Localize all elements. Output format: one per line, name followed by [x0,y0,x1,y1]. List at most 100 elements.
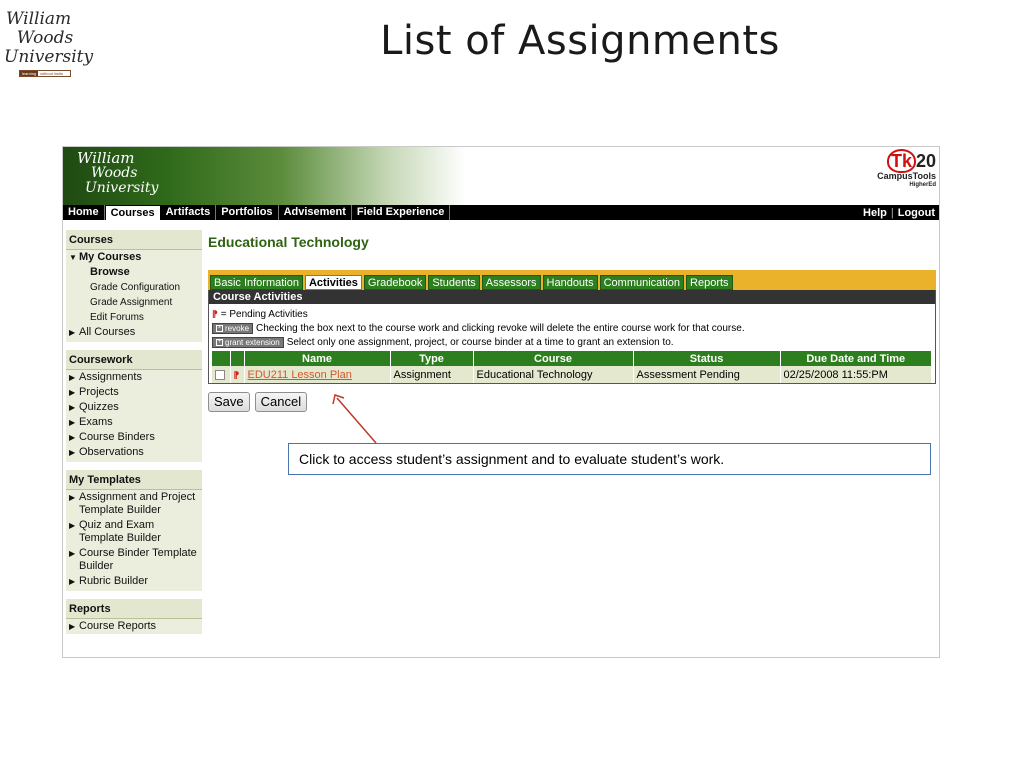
brand-edition: HigherEd [909,182,936,188]
activities-table: Name Type Course Status Due Date and Tim… [212,351,932,383]
caret-right-icon: ▶ [69,521,76,530]
sidebar-heading-templates: My Templates [66,470,202,490]
form-actions: Save Cancel [208,392,936,412]
nav-home[interactable]: Home [63,205,105,220]
sidebar-item-course-binder-builder[interactable]: ▶ Course Binder Template Builder [66,546,202,574]
sidebar-item-label: All Courses [79,326,136,338]
caret-right-icon: ▶ [69,403,76,412]
caret-right-icon: ▶ [69,493,76,502]
plus-icon: + [216,338,223,346]
sidebar-coursework: Coursework ▶ Assignments ▶ Projects ▶ Quizz… [66,350,202,462]
tab-reports[interactable]: Reports [686,275,733,290]
app-logo[interactable]: William Woods University [75,151,187,201]
save-button[interactable]: Save [208,392,250,412]
tagline-b: without limits [40,71,64,76]
row-type: Assignment [390,366,474,383]
caret-right-icon: ▶ [69,373,76,382]
sidebar: Courses ▼ My Courses Browse Grade Configu… [66,230,202,657]
col-course[interactable]: Course [473,351,634,366]
logo-tagline: learning without limits [19,70,71,77]
pending-legend-text: = Pending Activities [220,308,308,320]
nav-courses[interactable]: Courses [104,205,161,220]
sidebar-item-quizzes[interactable]: ▶ Quizzes [66,400,202,415]
nav-portfolios[interactable]: Portfolios [216,205,279,220]
sidebar-item-browse[interactable]: Browse [66,265,202,280]
row-course: Educational Technology [473,366,634,383]
sidebar-heading-courses: Courses [66,230,202,250]
sidebar-item-quiz-exam-builder[interactable]: ▶ Quiz and Exam Template Builder [66,518,202,546]
tab-students[interactable]: Students [428,275,480,290]
sidebar-item-label: Assignments [79,371,142,383]
nav-advisement[interactable]: Advisement [279,205,352,220]
sidebar-item-course-binders[interactable]: ▶ Course Binders [66,430,202,445]
help-link[interactable]: Help [863,207,887,219]
sidebar-item-label: Quizzes [79,401,119,413]
logout-link[interactable]: Logout [898,207,935,219]
sidebar-item-label: Course Reports [79,620,157,632]
col-status[interactable]: Status [633,351,781,366]
sidebar-heading-coursework: Coursework [66,350,202,370]
sidebar-item-assignments[interactable]: ▶ Assignments [66,370,202,385]
sidebar-item-exams[interactable]: ▶ Exams [66,415,202,430]
sidebar-item-grade-configuration[interactable]: Grade Configuration [66,280,202,295]
sidebar-item-label: Observations [79,446,144,458]
tk-number: 20 [915,151,936,171]
tab-assessors[interactable]: Assessors [481,275,541,290]
app-header: William Woods University Tk 20 CampusTool… [63,147,939,205]
grant-extension-label: grant extension [225,337,280,347]
col-select [212,351,231,366]
tk20-brand-logo: Tk 20 CampusTools HigherEd [866,149,936,189]
col-type[interactable]: Type [390,351,474,366]
sidebar-item-label: Assignment and Project Template Builder [79,491,196,516]
main-content: Educational Technology Basic Information… [208,230,936,412]
sidebar-item-rubric-builder[interactable]: ▶ Rubric Builder [66,574,202,591]
sidebar-heading-reports: Reports [66,599,202,619]
tab-handouts[interactable]: Handouts [542,275,598,290]
sidebar-item-all-courses[interactable]: ▶ All Courses [66,325,202,342]
extension-help-text: Select only one assignment, project, or … [286,336,674,348]
col-name[interactable]: Name [244,351,391,366]
app-logo-line-2: Woods [91,165,138,181]
caret-right-icon: ▶ [69,577,76,586]
sidebar-item-label: Projects [79,386,119,398]
row-due: 02/25/2008 11:55:PM [780,366,932,383]
sidebar-item-my-courses[interactable]: ▼ My Courses [66,250,202,265]
sidebar-item-grade-assignment[interactable]: Grade Assignment [66,295,202,310]
course-title: Educational Technology [208,234,369,250]
tab-basic-information[interactable]: Basic Information [210,275,303,290]
sidebar-item-edit-forums[interactable]: Edit Forums [66,310,202,325]
revoke-button[interactable]: × revoke [212,322,254,334]
brand-product: CampusTools [877,171,936,181]
nav-field-experience[interactable]: Field Experience [352,205,451,220]
cancel-button[interactable]: Cancel [254,392,308,412]
main-nav: Home Courses Artifacts Portfolios Advise… [63,205,939,220]
caret-right-icon: ▶ [69,433,76,442]
tab-communication[interactable]: Communication [599,275,685,290]
tab-gradebook[interactable]: Gradebook [363,275,427,290]
nav-separator: | [890,206,894,219]
close-icon: × [216,324,223,332]
sidebar-item-label: Quiz and Exam Template Builder [79,519,161,544]
sidebar-item-label: My Courses [79,251,142,263]
row-checkbox[interactable] [215,369,225,380]
tab-activities[interactable]: Activities [304,275,362,290]
grant-extension-button[interactable]: + grant extension [212,336,284,348]
logo-line-2: Woods [16,28,74,48]
row-status: Assessment Pending [633,366,781,383]
sidebar-item-observations[interactable]: ▶ Observations [66,445,202,462]
caret-right-icon: ▶ [69,448,76,457]
sidebar-courses: Courses ▼ My Courses Browse Grade Configu… [66,230,202,342]
assignment-link[interactable]: EDU211 Lesson Plan [248,369,352,381]
nav-artifacts[interactable]: Artifacts [161,205,217,220]
app-logo-line-1: William [77,149,135,167]
col-due[interactable]: Due Date and Time [780,351,932,366]
revoke-help-text: Checking the box next to the course work… [256,322,745,334]
row-name-cell: EDU211 Lesson Plan [244,366,391,383]
sidebar-item-assignment-project-builder[interactable]: ▶ Assignment and Project Template Builder [66,490,202,518]
university-logo: William Woods University learning withou… [4,10,93,90]
sidebar-item-projects[interactable]: ▶ Projects [66,385,202,400]
revoke-row: × revoke Checking the box next to the cou… [212,321,932,335]
sidebar-item-course-reports[interactable]: ▶ Course Reports [66,619,202,634]
pending-legend: ⁋ = Pending Activities [212,307,932,321]
tk-mark: Tk [886,149,916,173]
